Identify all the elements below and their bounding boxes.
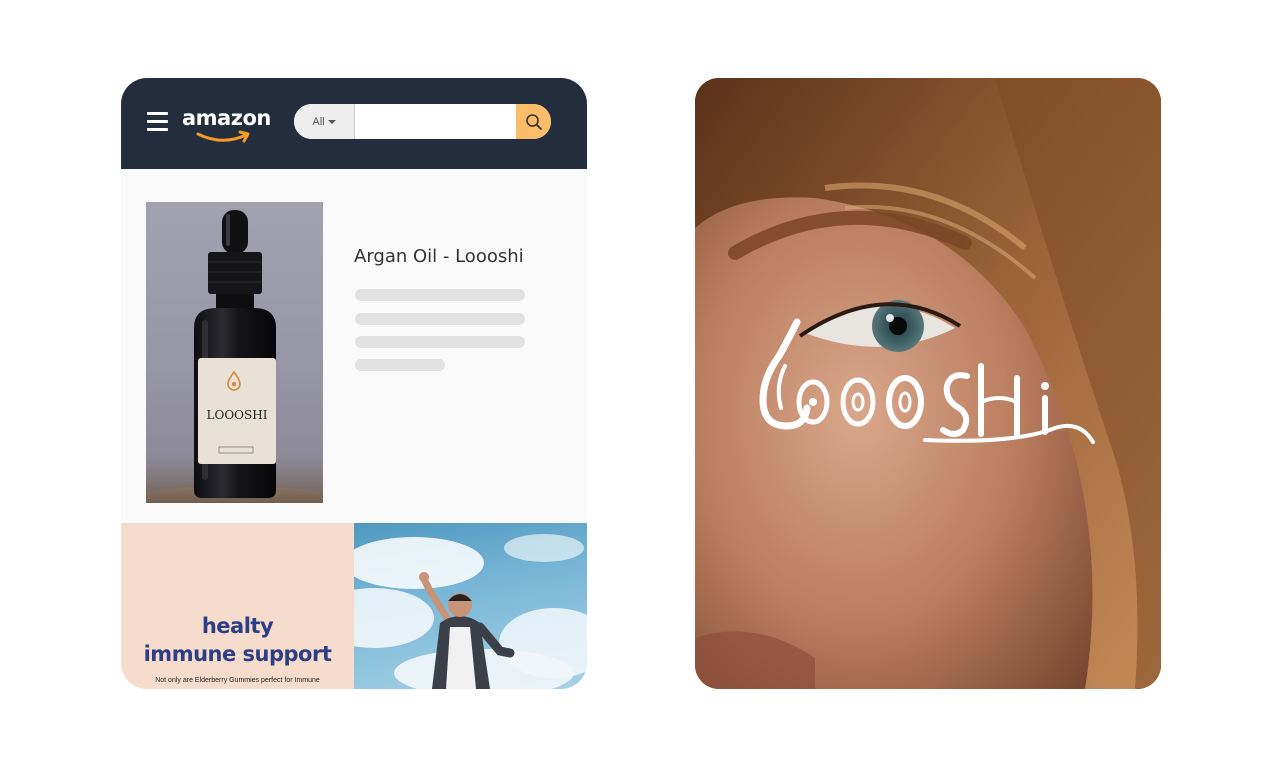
amazon-smile-icon: [196, 130, 250, 143]
bottle-label-brand: LOOOSHI: [207, 408, 268, 422]
magnifier-icon: [525, 113, 542, 130]
loooshi-logo[interactable]: [755, 316, 1100, 451]
placeholder-line: [355, 313, 525, 325]
product-title[interactable]: Argan Oil - Loooshi: [354, 246, 524, 267]
amazon-header-bar: amazon All: [121, 78, 587, 169]
search-button[interactable]: [516, 104, 551, 139]
promo-banner-photo[interactable]: [354, 523, 587, 689]
search-category-label: All: [312, 115, 325, 128]
search-input[interactable]: [355, 104, 516, 139]
hamburger-menu-icon[interactable]: [147, 110, 169, 131]
amazon-logo[interactable]: amazon: [182, 106, 274, 146]
amazon-logo-text: amazon: [182, 106, 271, 130]
amazon-product-card: amazon All LOOOSHI Argan Oil - Loooshi h…: [121, 78, 587, 689]
banner-headline: healty immune support: [121, 612, 354, 668]
jumping-man-photo: [354, 534, 587, 689]
dropper-bottle-illustration: LOOOSHI: [146, 210, 323, 503]
search-bar: All: [294, 104, 551, 139]
banner-small-text: Not only are Elderberry Gummies perfect …: [155, 677, 320, 684]
product-image[interactable]: LOOOSHI: [146, 202, 323, 503]
search-category-dropdown[interactable]: All: [294, 104, 355, 139]
banner-headline-line-1: healty: [201, 614, 274, 638]
placeholder-line: [355, 359, 445, 371]
banner-headline-line-2: immune support: [143, 642, 332, 666]
placeholder-line: [355, 336, 525, 348]
caret-down-icon: [327, 119, 336, 124]
placeholder-line: [355, 289, 525, 301]
loooshi-brand-card: [695, 78, 1161, 689]
promo-banner-text-panel[interactable]: healty immune support Not only are Elder…: [121, 523, 354, 689]
